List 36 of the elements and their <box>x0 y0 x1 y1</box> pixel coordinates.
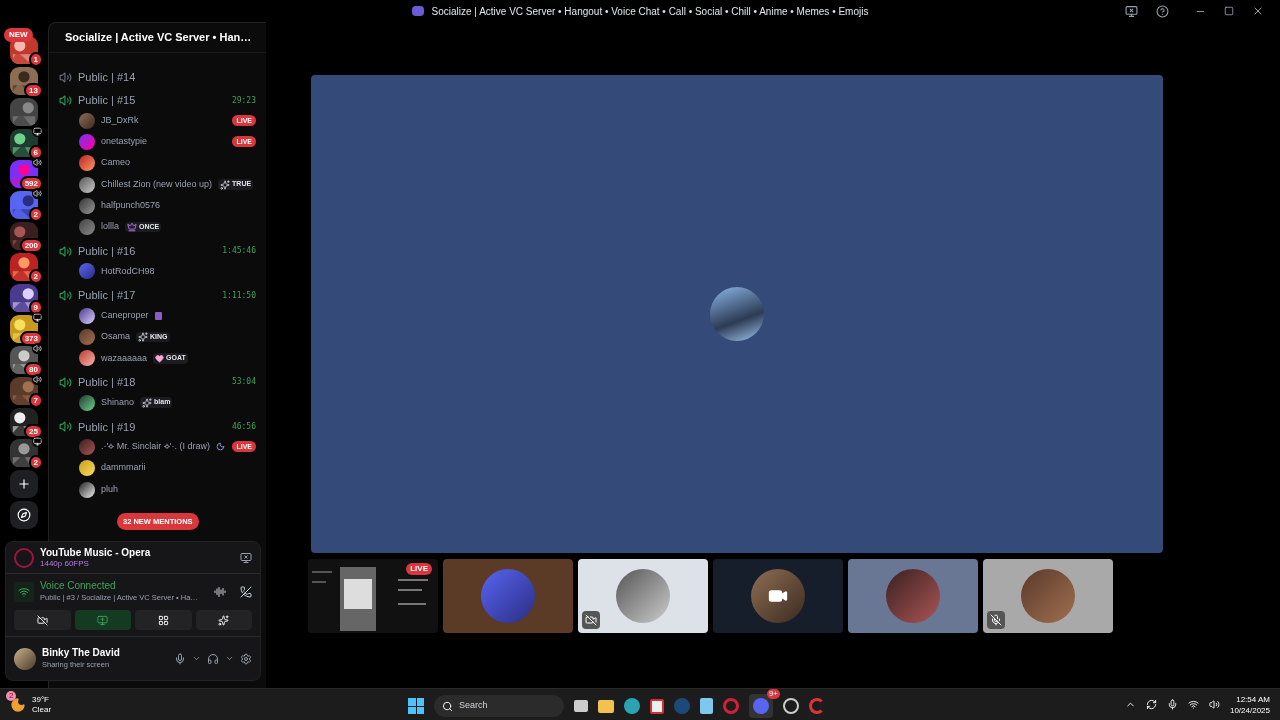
server-name[interactable]: Socialize | Active VC Server • Han… <box>65 29 252 46</box>
unread-badge: 80 <box>24 362 43 377</box>
voice-user[interactable]: halfpunch0576 <box>49 195 266 217</box>
voice-user[interactable]: Caneproper <box>49 305 266 327</box>
window-title: Socialize | Active VC Server • Hangout • Voice Chat • Call • Social • Chill • Anime • Memes • Emojis <box>431 4 869 19</box>
voice-channel[interactable]: Public | #19 46:56 <box>49 417 266 437</box>
unread-badge: 13 <box>24 83 43 98</box>
timer: 29:23 <box>231 94 256 107</box>
timer: 1:45:46 <box>222 245 256 258</box>
timer: 1:11:50 <box>222 289 256 302</box>
voice-channel[interactable]: Public | #14 <box>49 68 266 87</box>
live-badge: LIVE <box>406 563 432 575</box>
temperature: 39°F <box>32 694 50 705</box>
voice-channel[interactable]: Public | #17 1:11:50 <box>49 286 266 306</box>
voice-user[interactable]: HotRodCH98 <box>49 260 266 283</box>
weather-label: Clear <box>32 704 52 715</box>
notification-badge: 9+ <box>766 689 780 699</box>
voice-user[interactable]: Cameo <box>49 152 266 174</box>
unread-badge: 25 <box>24 424 43 439</box>
user-name: Binky The David <box>42 646 120 659</box>
weather-badge: 2 <box>6 690 17 701</box>
unread-badge: 200 <box>19 238 43 253</box>
voice-user[interactable]: dammmarii <box>49 457 266 479</box>
new-pill: NEW <box>4 28 33 42</box>
voice-user[interactable]: pluh <box>49 478 266 501</box>
voice-channel[interactable]: Public | #15 29:23 <box>49 91 266 110</box>
stream-title: YouTube Music - Opera <box>40 546 151 559</box>
timer: 53:04 <box>231 376 256 389</box>
clock-time: 12:54 AM <box>1236 693 1270 705</box>
voice-status: Voice Connected <box>40 580 117 593</box>
timer: 46:56 <box>231 420 256 433</box>
voice-channel[interactable]: Public | #16 1:45:46 <box>49 241 266 261</box>
voice-channel[interactable]: Public | #18 53:04 <box>49 372 266 392</box>
clock-date: 10/24/2025 <box>1229 704 1270 716</box>
search-field[interactable]: Search <box>434 695 564 717</box>
stream-quality: 1440p 60FPS <box>40 558 90 569</box>
